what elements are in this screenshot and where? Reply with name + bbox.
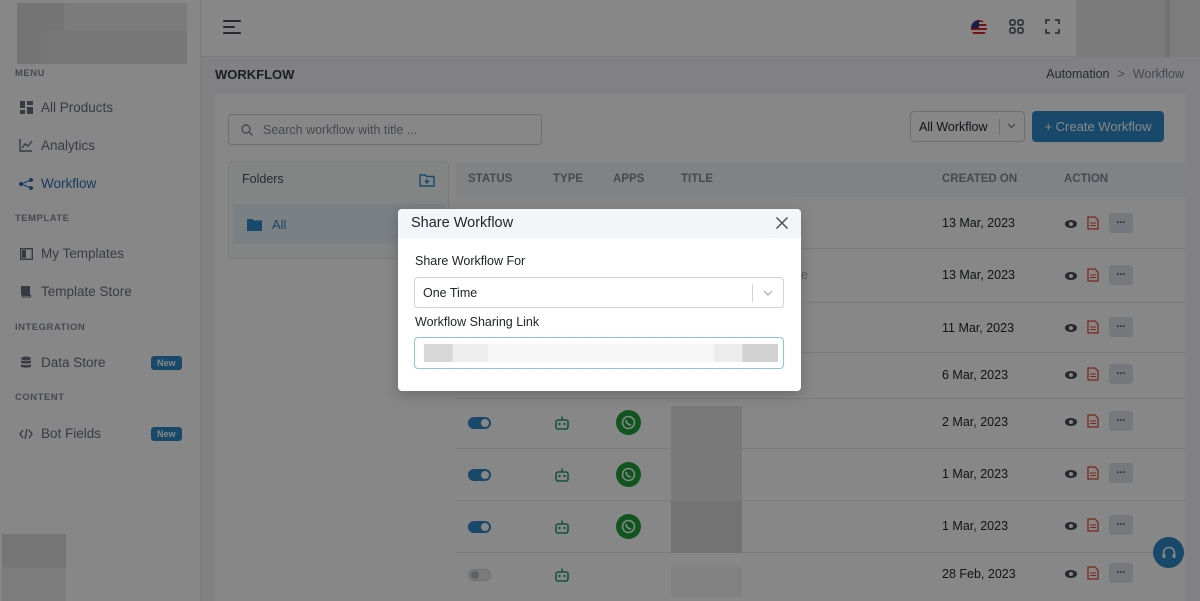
partial-row-title-fragment: e	[801, 268, 808, 282]
share-for-select[interactable]: One Time	[414, 277, 784, 308]
share-for-value: One Time	[423, 285, 478, 300]
sharing-link-field[interactable]	[414, 337, 784, 369]
modal-title: Share Workflow	[411, 215, 514, 231]
chevron-down-icon	[763, 290, 773, 296]
redacted-link-value	[424, 344, 778, 362]
sharing-link-label: Workflow Sharing Link	[415, 315, 540, 329]
close-icon[interactable]	[775, 216, 789, 230]
share-workflow-modal: Share Workflow Share Workflow For One Ti…	[398, 209, 801, 391]
modal-header: Share Workflow	[398, 209, 801, 238]
share-for-label: Share Workflow For	[415, 254, 526, 268]
